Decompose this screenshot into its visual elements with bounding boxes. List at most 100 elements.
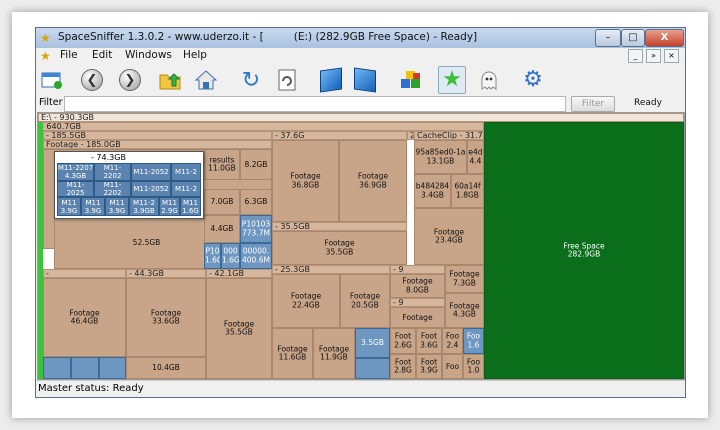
star-button[interactable]: ★ [438,66,466,94]
block-blue-c[interactable] [99,357,126,379]
block-footage-36-8[interactable]: Footage 36.8GB [272,140,339,222]
block-footage-4-3[interactable]: Footage 4.3GB [445,293,484,328]
menu-help[interactable]: Help [183,49,207,61]
cube-alt-button[interactable] [352,67,378,93]
block-foo-2-4[interactable]: Foo 2.4 [442,328,463,354]
close-button[interactable]: X [645,29,684,47]
treemap[interactable]: E:\ - 930.3GB - 640.7GB - 185.5GB Footag… [37,112,685,380]
block-foo-1-6[interactable]: Foo 1.6 [463,328,484,354]
back-button[interactable]: ❮ [79,67,105,93]
block-footage-33-6[interactable]: Footage 33.6GB [126,278,206,357]
block-header-42[interactable]: - 42.1GB [206,269,272,278]
tooltip-cell[interactable]: M11-2202 [94,181,131,197]
home-button[interactable] [193,67,219,93]
block-foo-y[interactable]: Foo [442,354,463,379]
block-footage-35-5b[interactable]: Footage 35.5GB [206,278,272,379]
tooltip-cell[interactable]: M11-2202 [94,163,131,181]
block-header-44[interactable]: - 44.3GB [126,269,206,278]
tooltip-cell[interactable]: M11-2052 [131,181,171,197]
block-footage-46-4[interactable]: Footage 46.4GB [43,278,126,357]
block-95a85ed0[interactable]: 95a85ed0-1a 13.1GB [414,140,467,174]
mdi-close-button[interactable]: × [664,49,679,63]
block-foot-2-6[interactable]: Foot 2.6G [390,328,416,354]
rescan-button[interactable] [274,67,300,93]
block-footage-11-6[interactable]: Footage 11.6GB [272,328,313,379]
block-header-25-3[interactable]: - 25.3GB [272,265,390,274]
filter-input[interactable] [64,96,566,112]
block-header-dash[interactable]: - [43,269,126,278]
block-header-2[interactable]: 2 [407,131,414,140]
forward-button[interactable]: ❯ [117,67,143,93]
block-footage-8-0[interactable]: Footage 8.0GB [390,274,445,298]
block-p10[interactable]: P10 1.6G [204,243,221,269]
title-bar[interactable]: ★ SpaceSniffer 1.3.0.2 - www.uderzo.it -… [36,28,685,48]
maximize-button[interactable]: □ [621,29,645,47]
block-3-5[interactable]: 3.5GB [355,328,390,358]
block-7-0[interactable]: 7.0GB [204,189,240,215]
tooltip-cell[interactable]: M11 3.9G [81,197,105,216]
block-10-4[interactable]: 10.4GB [126,357,206,379]
block-blue-a[interactable] [43,357,71,379]
cube-button[interactable] [318,67,344,93]
up-folder-button[interactable] [157,67,183,93]
block-foo-x[interactable]: Foo 1.0 [463,354,484,379]
tooltip-cell[interactable]: M11-2052 [131,163,171,181]
block-e4d[interactable]: e4d 4.4 [467,140,484,174]
mdi-restore-button[interactable]: » [646,49,661,63]
block-header-9a[interactable]: - 9 [390,265,445,274]
block-foot-3-9[interactable]: Foot 3.9G [416,354,442,379]
new-scan-icon [41,72,62,89]
block-header-9b[interactable]: - 9 [390,298,445,307]
block-footage-11-9[interactable]: Footage 11.9GB [313,328,355,379]
block-6-3[interactable]: 6.3GB [240,189,272,215]
block-b484284[interactable]: b484284 3.4GB [414,174,451,208]
block-8-2[interactable]: 8.2GB [240,149,272,180]
new-scan-button[interactable] [39,67,65,93]
block-results[interactable]: results 11.0GB [204,149,240,180]
block-000[interactable]: 000 1.6G [221,243,240,269]
tooltip-cell[interactable]: M11-2025 [57,181,94,197]
minimize-button[interactable]: – [595,29,621,47]
tooltip-cell[interactable]: M11-2 [171,163,201,181]
settings-button[interactable]: ⚙ [520,67,546,93]
block-6-3-label: 6.3GB [244,196,268,206]
block-header-35-5[interactable]: - 35.5GB [272,222,407,231]
block-header-185[interactable]: - 185.5GB [43,131,272,140]
block-footage-20-5[interactable]: Footage 20.5GB [340,274,390,328]
block-blue-b[interactable] [71,357,99,379]
block-header-37[interactable]: - 37.6G [272,131,407,140]
tooltip-cell[interactable]: M11-2 [171,181,201,197]
block-footage-36-9[interactable]: Footage 36.9GB [339,140,407,222]
menu-file[interactable]: File [60,49,78,61]
block-00000[interactable]: 00000. 400.6M [240,243,272,269]
treemap-root-header[interactable]: E:\ - 930.3GB [38,113,684,122]
block-p10103[interactable]: P10103 773.7M [240,215,272,243]
block-foot-3-6[interactable]: Foot 3.6G [416,328,442,354]
tooltip-cell[interactable]: M11-2 3.9GB [129,197,159,216]
treemap-top-header[interactable]: - 640.7GB [38,122,484,131]
ghost-button[interactable] [476,67,502,93]
tooltip-cell[interactable]: M11 3.9G [57,197,81,216]
mdi-minimize-button[interactable]: _ [628,49,643,63]
menu-windows[interactable]: Windows [125,49,172,61]
block-footage-7-3[interactable]: Footage 7.3GB [445,265,484,293]
block-footage-plain[interactable]: Footage [390,307,445,328]
tooltip-cell[interactable]: M11 2.9G [159,197,180,216]
tooltip-cell[interactable]: M11 1.6G [180,197,201,216]
block-footage-35-5[interactable]: Footage 35.5GB [272,231,407,265]
block-footage-22-4[interactable]: Footage 22.4GB [272,274,340,328]
tooltip-cell[interactable]: M11 3.9G [105,197,129,216]
block-header-cacheclip[interactable]: CacheClip - 31.7G [414,131,484,140]
refresh-button[interactable]: ↻ [238,67,264,93]
filter-button[interactable]: Filter [571,96,615,112]
block-header-footage-185[interactable]: Footage - 185.0GB [43,140,272,149]
menu-edit[interactable]: Edit [92,49,112,61]
block-60a14f[interactable]: 60a14f 1.8GB [451,174,484,208]
block-blue-d[interactable] [355,358,390,379]
tooltip-cell[interactable]: M11-2207 4.3GB [57,163,94,181]
block-free-space[interactable]: Free Space 282.9GB [484,122,684,379]
block-footage-23-4[interactable]: Footage 23.4GB [414,208,484,265]
blocks-button[interactable] [398,67,424,93]
block-4-4[interactable]: 4.4GB [204,215,240,243]
block-foot-2-8[interactable]: Foot 2.8G [390,354,416,379]
